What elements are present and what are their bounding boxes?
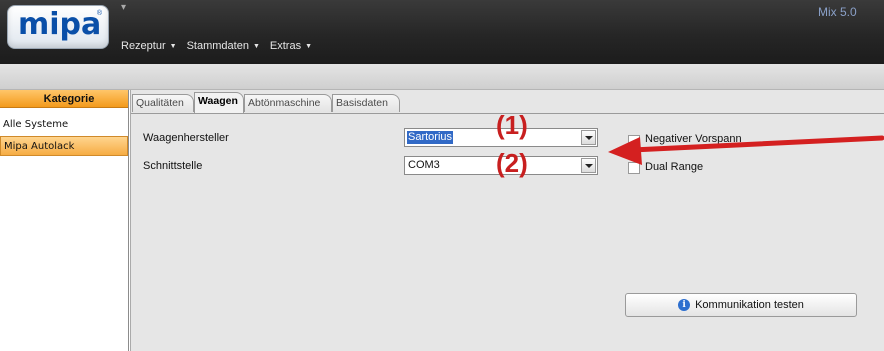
annotation-arrow — [608, 135, 884, 165]
arrow-head — [608, 137, 642, 165]
tab-waagen[interactable]: Waagen — [194, 92, 244, 113]
arrow-shaft — [629, 135, 884, 153]
